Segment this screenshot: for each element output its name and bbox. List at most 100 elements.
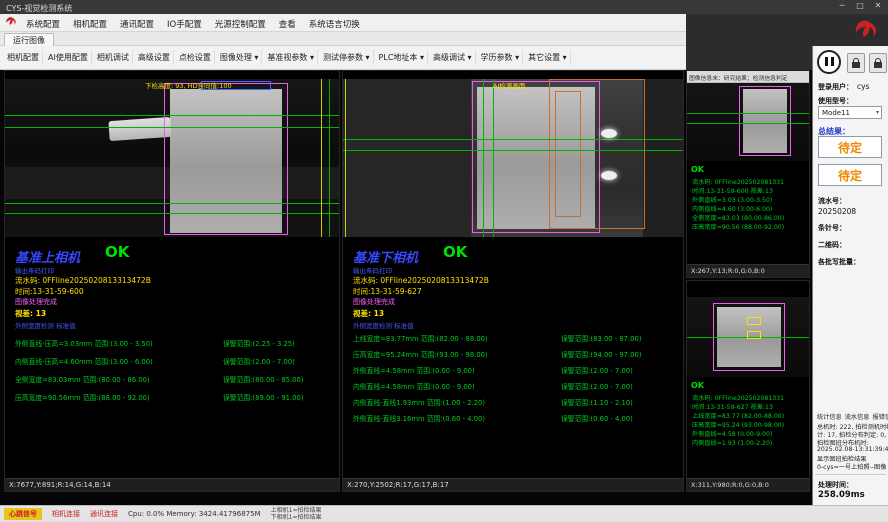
tool-camera-config[interactable]: 相机配置 xyxy=(4,50,43,65)
maximize-icon[interactable]: □ xyxy=(852,1,868,10)
camera-title: 基准上相机 xyxy=(15,247,80,266)
preview-text-line: 流水码: 0FFline202502081331 xyxy=(692,393,784,402)
pixel-coordinates-readout: X:7677,Y:891;R:14,G:14,B:14 xyxy=(5,478,339,491)
process-time-value: 258.09ms xyxy=(818,490,865,500)
menu-camera-config[interactable]: 相机配置 xyxy=(73,18,107,30)
result-ok-badge: OK xyxy=(691,381,704,390)
stats-text-line: 2025.02.08-13:31:39:40 xyxy=(817,446,888,453)
tool-advanced-settings[interactable]: 高级设置 xyxy=(135,50,174,65)
tool-test-params[interactable]: 测试停参数 ▾ xyxy=(320,50,374,65)
pause-icon xyxy=(825,57,828,66)
pause-button[interactable] xyxy=(817,50,841,74)
highlight-blob xyxy=(601,171,617,180)
menu-language-switch[interactable]: 系统语言切换 xyxy=(309,18,360,30)
tool-baseline-params[interactable]: 基准视参数 ▾ xyxy=(264,50,318,65)
measure-note: 外侧宽度检测 标准值 xyxy=(15,320,76,330)
menu-view[interactable]: 查看 xyxy=(279,18,296,30)
parallax-value: 视差: 13 xyxy=(15,308,46,319)
measurement-row: 压高宽度=95.24mm 范围:(93.00 - 98.00)误警范围:(94.… xyxy=(353,349,681,359)
measure-line-horizontal xyxy=(687,123,809,124)
tab-run-image[interactable]: 运行图像 xyxy=(4,33,54,47)
preview-image-upper[interactable] xyxy=(687,83,809,161)
roi-rect-orange-inner[interactable] xyxy=(555,91,581,217)
tool-spot-check[interactable]: 点检设置 xyxy=(176,50,215,65)
camera-subtitle: 输出条码打印 xyxy=(15,265,54,275)
measurement-value: 内侧直线=4.58mm 范围:(0.00 - 9.00) xyxy=(353,383,475,391)
comm-connection-status: 通讯连接 xyxy=(90,509,118,519)
lock-icon xyxy=(874,62,882,68)
measure-line-horizontal xyxy=(5,127,339,128)
measure-line-vertical xyxy=(493,79,494,237)
image-overlay-label: 下检高度: 93, HD合同值:100 xyxy=(145,80,232,90)
tab-error-info[interactable]: 报错信息 xyxy=(873,412,888,421)
preview-text-line: 全侧宽度=83.03 (80.00-86.00) xyxy=(692,213,784,222)
pin-number-label: 条针号： xyxy=(818,223,846,233)
serial-code: 流水码: 0FFline2025020813313472B xyxy=(353,275,489,286)
qr-code-label: 二维码： xyxy=(818,240,846,250)
pixel-coordinates-readout: X:267,Y:13;R:0,G:0,B:0 xyxy=(687,264,809,277)
measurement-warn-range: 误警范围:(2.25 - 3.25) xyxy=(223,338,295,348)
camera-title: 基准下相机 xyxy=(353,247,418,266)
window-title: CYS-视觉检测系统 xyxy=(6,3,72,14)
measure-line-vertical xyxy=(329,79,330,237)
measurement-row: 压高宽度=90.56mm 范围:(88.00 - 92.00)误警范围:(89.… xyxy=(15,392,337,402)
right-sidebar: 登录用户： cys 使用型号： Mode11 ▾ 总结果： 待定 待定 流水号：… xyxy=(812,46,888,505)
measure-line-horizontal xyxy=(687,113,809,114)
measure-line-vertical-yellow xyxy=(345,79,346,237)
model-select[interactable]: Mode11 ▾ xyxy=(818,106,882,119)
preview-text-line: 上线宽度=83.77 (82.00-88.00) xyxy=(692,411,784,420)
login-user-value: cys xyxy=(857,82,869,91)
measure-line-horizontal xyxy=(343,150,683,151)
cpu-memory-readout: Cpu: 0.0% Memory: 3424.41796875M xyxy=(128,510,261,518)
camera-image-lower[interactable]: AI检测画面 xyxy=(343,79,683,237)
measurement-warn-range: 误警范围:(89.00 - 91.00) xyxy=(223,392,303,402)
unlock-button[interactable] xyxy=(869,53,887,73)
tool-plc-address[interactable]: PLC地址本 ▾ xyxy=(376,50,428,65)
result-ok-badge: OK xyxy=(105,243,129,261)
minimize-icon[interactable]: ─ xyxy=(834,1,850,10)
measurement-warn-range: 误警范围:(94.00 - 97.00) xyxy=(561,349,641,359)
measure-line-horizontal xyxy=(343,139,683,140)
measurement-value: 外侧直线-压高=3.03mm 范围:(3.00 - 3.50) xyxy=(15,340,153,348)
measurement-warn-range: 误警范围:(2.00 - 7.00) xyxy=(561,381,633,391)
menu-comm-config[interactable]: 通讯配置 xyxy=(120,18,154,30)
tool-other-settings[interactable]: 其它设置 ▾ xyxy=(525,50,571,65)
tool-advanced-debug[interactable]: 高级调试 ▾ xyxy=(430,50,476,65)
app-logo-icon xyxy=(4,16,18,30)
roi-rect-yellow[interactable] xyxy=(747,331,761,339)
camera-connection-status: 相机连接 xyxy=(52,509,80,519)
stats-text-line: 0-cys=一号上拍照--图像 xyxy=(817,462,886,471)
measurement-warn-range: 误警范围:(80.00 - 85.00) xyxy=(223,374,303,384)
process-status: 图像处理完成 xyxy=(15,297,57,307)
menu-io-config[interactable]: IO手配置 xyxy=(167,18,202,30)
menu-system-config[interactable]: 系统配置 xyxy=(26,18,60,30)
pixel-coordinates-readout: X:311,Y:980;R:0,G:0,B:0 xyxy=(687,478,809,491)
preview-text-line: 压高宽度=95.24 (93.00-98.00) xyxy=(692,420,784,429)
measurement-row: 内侧直线-直线1.93mm 范围:(1.00 - 2.20)误警范围:(1.10… xyxy=(353,397,681,407)
lock-button[interactable] xyxy=(847,53,865,73)
preview-text-line: 时间:13-31-59-627 视差:13 xyxy=(692,402,773,411)
roi-rect-yellow[interactable] xyxy=(747,317,761,325)
preview-panel-upper: 图像信息末：研究结果；检测信息判定 OK 流水码: 0FFline2025020… xyxy=(686,70,810,278)
preview-image-lower[interactable] xyxy=(687,297,809,377)
capture-time: 时间:13-31-59-600 xyxy=(15,286,84,297)
serial-number-label: 流水号： xyxy=(818,196,846,206)
result-status-box: 待定 xyxy=(818,164,882,186)
tool-history-params[interactable]: 学历参数 ▾ xyxy=(478,50,524,65)
tool-camera-debug[interactable]: 相机调试 xyxy=(94,50,133,65)
close-icon[interactable]: ✕ xyxy=(870,1,886,10)
divider xyxy=(815,474,886,475)
camera-image-upper[interactable]: 下检高度: 93, HD合同值:100 xyxy=(5,79,339,237)
measurement-value: 内侧直线-压高=4.60mm 范围:(3.00 - 6.00) xyxy=(15,358,153,366)
lock-icon xyxy=(852,62,860,68)
roi-rect-magenta[interactable] xyxy=(739,86,791,156)
measurement-value: 全侧宽度=83.03mm 范围:(80.00 - 86.00) xyxy=(15,376,150,384)
preview-header: 图像信息末：研究结果；检测信息判定 xyxy=(687,71,809,83)
tool-image-process[interactable]: 图像处理 ▾ xyxy=(217,50,263,65)
menu-light-config[interactable]: 光源控制配置 xyxy=(215,18,266,30)
pixel-coordinates-readout: X:270,Y:2502;R:17,G:17,B:17 xyxy=(343,478,683,491)
tool-ai-config[interactable]: AI使用配置 xyxy=(45,50,92,65)
camera-panel-upper: 下检高度: 93, HD合同值:100 基准上相机 OK 输出条码打印 流水码:… xyxy=(4,70,340,492)
tab-statistics[interactable]: 统计信息 xyxy=(817,412,842,421)
tab-flow-info[interactable]: 流水信息 xyxy=(845,412,870,421)
